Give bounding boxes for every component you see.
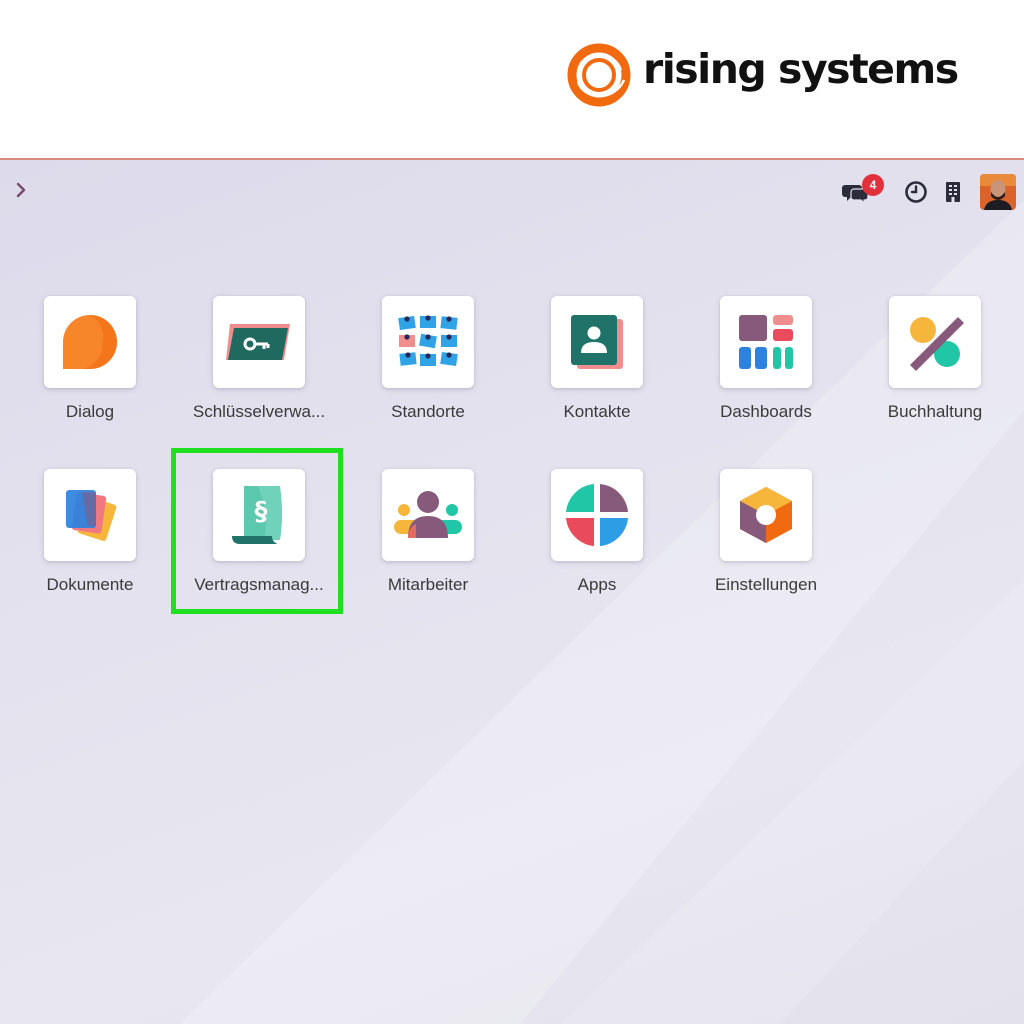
menu-toggle-button[interactable] (10, 178, 32, 202)
key-card-icon (213, 296, 305, 388)
app-contacts[interactable]: Kontakte (517, 296, 677, 436)
contact-card-icon (551, 296, 643, 388)
employees-icon (382, 469, 474, 561)
settings-hexagon-icon (720, 469, 812, 561)
messages-badge: 4 (862, 174, 884, 196)
app-employees[interactable]: Mitarbeiter (348, 469, 508, 609)
app-accounting[interactable]: Buchhaltung (855, 296, 1015, 436)
app-label: Kontakte (563, 402, 631, 421)
user-photo (980, 174, 1016, 210)
dashboard-tiles-icon (720, 296, 812, 388)
app-settings[interactable]: Einstellungen (686, 469, 846, 609)
app-label: Buchhaltung (887, 402, 983, 421)
chevron-right-icon (16, 182, 26, 198)
contract-scroll-icon: § (213, 469, 305, 561)
clock-icon (905, 181, 927, 203)
app-key-management[interactable]: Schlüsselverwa... (179, 296, 339, 436)
screen: rising systems 4 Dialog Schlüsselverwa..… (0, 0, 1024, 1024)
building-icon (946, 182, 960, 202)
app-contract-management[interactable]: § Vertragsmanag... (179, 469, 339, 609)
brand-name: rising systems (643, 45, 959, 93)
locations-grid-icon (382, 296, 474, 388)
messages-button[interactable]: 4 (840, 174, 884, 210)
app-label: Apps (577, 575, 617, 594)
documents-stack-icon (44, 469, 136, 561)
app-label: Standorte (391, 402, 465, 421)
activities-button[interactable] (902, 178, 930, 206)
percent-icon (889, 296, 981, 388)
app-dialog[interactable]: Dialog (10, 296, 170, 436)
app-label: Dokumente (46, 575, 134, 594)
app-label: Mitarbeiter (387, 575, 469, 594)
brand-header: rising systems (0, 0, 1024, 158)
dialog-icon (44, 296, 136, 388)
app-label: Vertragsmanag... (194, 575, 324, 594)
app-documents[interactable]: Dokumente (10, 469, 170, 609)
home-screen: 4 Dialog Schlüsselverwa... Standorte Kon… (0, 160, 1024, 1024)
apps-quad-icon (551, 469, 643, 561)
company-switcher-button[interactable] (940, 178, 966, 206)
app-label: Dialog (65, 402, 115, 421)
ring-logo-icon (567, 43, 631, 107)
app-label: Dashboards (720, 402, 812, 421)
user-avatar[interactable] (980, 174, 1016, 210)
svg-text:§: § (255, 497, 268, 527)
app-locations[interactable]: Standorte (348, 296, 508, 436)
app-label: Schlüsselverwa... (192, 402, 326, 421)
app-dashboards[interactable]: Dashboards (686, 296, 846, 436)
app-apps[interactable]: Apps (517, 469, 677, 609)
app-label: Einstellungen (714, 575, 818, 594)
